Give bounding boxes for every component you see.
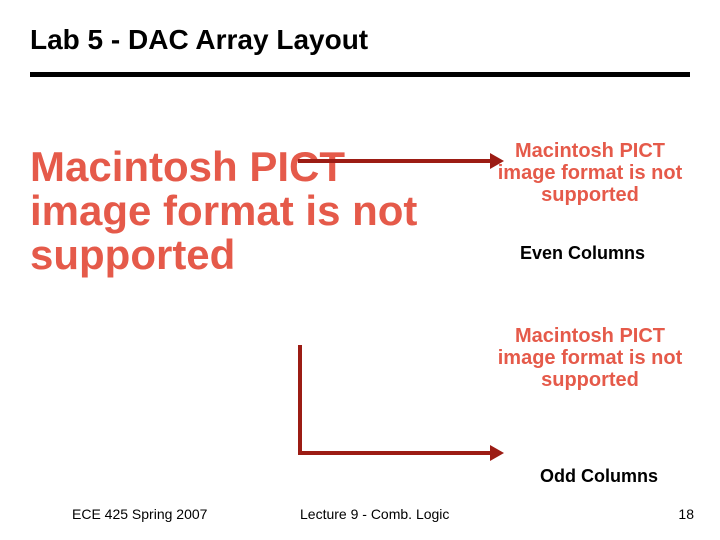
even-columns-label: Even Columns — [520, 243, 645, 264]
pict-error-top-right: Macintosh PICT image format is not suppo… — [490, 140, 690, 206]
slide-title: Lab 5 - DAC Array Layout — [30, 24, 368, 56]
arrow-even-columns — [298, 159, 490, 163]
footer-lecture: Lecture 9 - Comb. Logic — [300, 506, 449, 522]
title-divider — [30, 72, 690, 77]
footer-course: ECE 425 Spring 2007 — [72, 506, 207, 522]
pict-error-main: Macintosh PICT image format is not suppo… — [30, 145, 430, 277]
pict-error-bottom-right: Macintosh PICT image format is not suppo… — [490, 325, 690, 391]
footer-page-number: 18 — [678, 506, 694, 522]
arrow-odd-columns-vertical — [298, 345, 302, 455]
odd-columns-label: Odd Columns — [540, 466, 658, 487]
arrow-odd-columns-horizontal — [298, 451, 490, 455]
